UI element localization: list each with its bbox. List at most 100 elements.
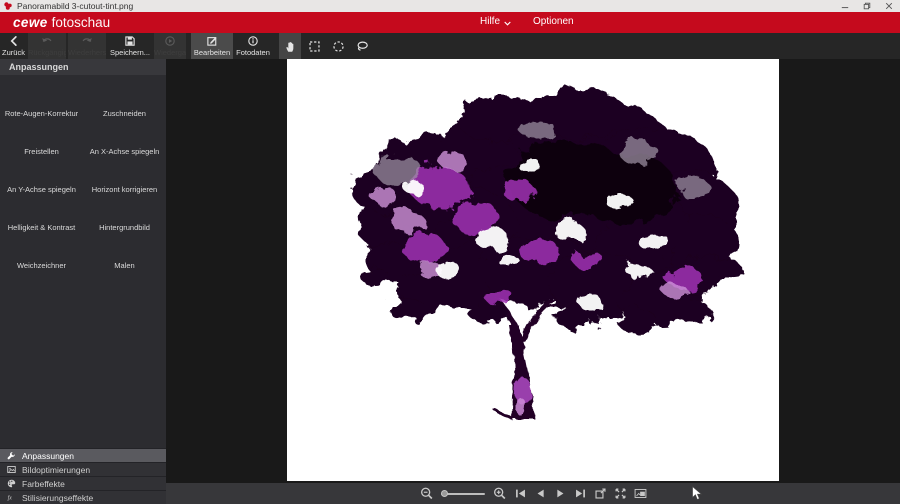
zoom-toolbar: [166, 483, 900, 504]
adjustment-an-y-achse-spiegeln[interactable]: An Y-Achse spiegeln: [0, 159, 83, 197]
an-x-achse-spiegeln-label: An X-Achse spiegeln: [90, 147, 160, 156]
zurueck-button[interactable]: Zurück: [0, 33, 27, 59]
play-circle-icon: [164, 35, 176, 47]
sidebar-header: Anpassungen: [0, 59, 166, 75]
section-stilisierungseffekte-label: Stilisierungseffekte: [22, 493, 93, 503]
speichern-label: Speichern...: [110, 48, 150, 57]
nav-last-icon: [574, 487, 587, 500]
helligkeit-kontrast-label: Helligkeit & Kontrast: [8, 223, 76, 232]
fotodaten-label: Fotodaten: [236, 48, 270, 57]
rote-augen-korrektur-label: Rote-Augen-Korrektur: [5, 109, 78, 118]
chevron-down-icon: [504, 21, 511, 26]
sidebar: Anpassungen Rote-Augen-Korrektur Zuschnei…: [0, 59, 166, 504]
section-farbeffekte[interactable]: Farbeffekte: [0, 476, 166, 490]
logo-bold: cewe: [13, 15, 48, 30]
zoom-in-icon: [492, 486, 507, 501]
zoom-out-button[interactable]: [419, 486, 434, 501]
ellipse-select-icon: [332, 40, 345, 53]
adjustment-zuschneiden[interactable]: Zuschneiden: [83, 83, 166, 121]
image-icon: [7, 465, 16, 474]
main-toolbar: ZurückRückgängigWiederherstellen Speicher…: [0, 33, 900, 59]
adjustment-helligkeit-kontrast[interactable]: Helligkeit & Kontrast: [0, 197, 83, 235]
rueckgaengig-label: Rückgängig: [28, 48, 66, 57]
adjustment-weichzeichner[interactable]: Weichzeichner: [0, 235, 83, 273]
rect-select-icon: [308, 40, 321, 53]
wiedergabe-button: Wiedergabe: [154, 33, 186, 59]
section-bildoptimierungen[interactable]: Bildoptimierungen: [0, 462, 166, 476]
fotodaten-button[interactable]: Fotodaten: [233, 33, 273, 59]
titlebar: Panoramabild 3-cutout-tint.png: [0, 0, 900, 12]
section-anpassungen-label: Anpassungen: [22, 451, 74, 461]
rect-select-tool[interactable]: [303, 33, 325, 59]
category-accordion: Anpassungen Bildoptimierungen Farbeffektef…: [0, 448, 166, 504]
fit-selection-icon: [594, 487, 607, 500]
adjustment-horizont-korrigieren[interactable]: Horizont korrigieren: [83, 159, 166, 197]
bearbeiten-button[interactable]: Bearbeiten: [191, 33, 233, 59]
mouse-cursor: [692, 486, 703, 504]
section-bildoptimierungen-label: Bildoptimierungen: [22, 465, 90, 475]
nav-next-icon: [554, 487, 567, 500]
ellipse-select-tool[interactable]: [327, 33, 349, 59]
section-anpassungen[interactable]: Anpassungen: [0, 448, 166, 462]
slideshow-icon: [634, 487, 647, 500]
app-header: cewe fotoschau Hilfe Optionen: [0, 12, 900, 33]
image-canvas[interactable]: [287, 59, 779, 481]
malen-label: Malen: [114, 261, 134, 270]
menu-optionen[interactable]: Optionen: [533, 16, 574, 27]
window-title: Panoramabild 3-cutout-tint.png: [17, 0, 133, 12]
adjustment-malen[interactable]: Malen: [83, 235, 166, 273]
info-icon: [247, 35, 259, 47]
menu-hilfe[interactable]: Hilfe: [480, 16, 511, 27]
hand-tool[interactable]: [279, 33, 301, 59]
zoom-slider[interactable]: [441, 488, 485, 499]
canvas-area: [166, 59, 900, 483]
an-y-achse-spiegeln-label: An Y-Achse spiegeln: [7, 185, 76, 194]
save-icon: [124, 35, 136, 47]
toolbar-buttons: ZurückRückgängigWiederherstellen Speicher…: [0, 33, 273, 59]
logo-rest: fotoschau: [52, 15, 111, 30]
adjustment-freistellen[interactable]: Freistellen: [0, 121, 83, 159]
toolbar-tools: [279, 33, 373, 59]
minimize-icon[interactable]: [834, 0, 856, 12]
section-stilisierungseffekte[interactable]: fxStilisierungseffekte: [0, 490, 166, 504]
wrench-icon: [7, 451, 16, 460]
nav-last-button[interactable]: [574, 487, 587, 500]
maximize-icon[interactable]: [856, 0, 878, 12]
fit-selection-button[interactable]: [594, 487, 607, 500]
bearbeiten-label: Bearbeiten: [194, 48, 230, 57]
zoom-in-button[interactable]: [492, 486, 507, 501]
menu-hilfe-label: Hilfe: [480, 16, 500, 27]
speichern-button[interactable]: Speichern...: [107, 33, 153, 59]
section-farbeffekte-label: Farbeffekte: [22, 479, 65, 489]
close-icon[interactable]: [878, 0, 900, 12]
slideshow-view-button[interactable]: [634, 487, 647, 500]
wiederherstellen-label: Wiederherstellen: [68, 48, 106, 57]
cewe-logo: cewe fotoschau: [13, 15, 110, 30]
adjustment-hintergrundbild[interactable]: Hintergrundbild: [83, 197, 166, 235]
nav-prev-button[interactable]: [534, 487, 547, 500]
adjustment-rote-augen-korrektur[interactable]: Rote-Augen-Korrektur: [0, 83, 83, 121]
hintergrundbild-label: Hintergrundbild: [99, 223, 150, 232]
adjustment-an-x-achse-spiegeln[interactable]: An X-Achse spiegeln: [83, 121, 166, 159]
window-controls: [834, 0, 900, 12]
wiederherstellen-button: Wiederherstellen: [68, 33, 106, 59]
app-window: Panoramabild 3-cutout-tint.png cewe fotos…: [0, 0, 900, 504]
adjustment-grid: Rote-Augen-Korrektur Zuschneiden Freistell…: [0, 75, 166, 273]
nav-next-button[interactable]: [554, 487, 567, 500]
fullscreen-button[interactable]: [614, 487, 627, 500]
redo-icon: [81, 35, 93, 47]
back-chevron-icon: [8, 35, 20, 47]
app-logo-icon: [3, 1, 13, 11]
tree-image: [287, 59, 779, 481]
menu-optionen-label: Optionen: [533, 16, 574, 27]
zurueck-label: Zurück: [2, 48, 25, 57]
nav-first-icon: [514, 487, 527, 500]
undo-icon: [41, 35, 53, 47]
rueckgaengig-button: Rückgängig: [28, 33, 66, 59]
freistellen-label: Freistellen: [24, 147, 59, 156]
nav-first-button[interactable]: [514, 487, 527, 500]
lasso-tool[interactable]: [351, 33, 373, 59]
weichzeichner-label: Weichzeichner: [17, 261, 66, 270]
hand-icon: [284, 40, 297, 53]
zoom-slider-handle[interactable]: [441, 490, 448, 497]
